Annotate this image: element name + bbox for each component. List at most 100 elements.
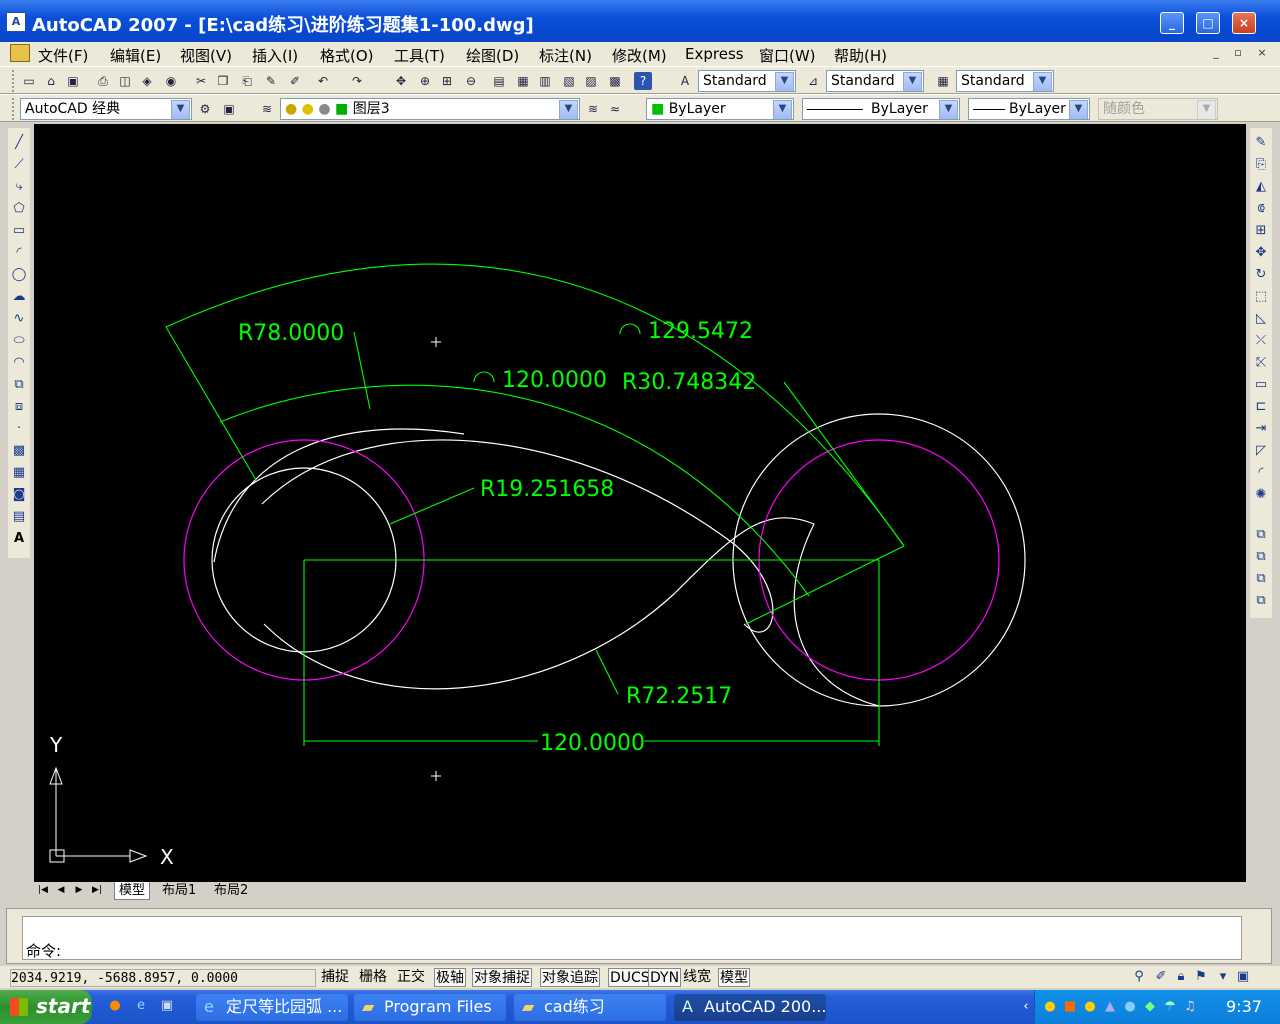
make-block-icon[interactable]: ⧈ (10, 398, 28, 416)
chevron-down-icon[interactable]: ▼ (773, 100, 792, 119)
scale-icon[interactable]: ⬚ (1252, 288, 1270, 306)
paste-icon[interactable]: ⎗ (238, 72, 256, 90)
extend-icon[interactable]: ⤪ (1252, 354, 1270, 372)
construction-line-icon[interactable]: ⟋ (10, 156, 28, 174)
circle-icon[interactable]: ◯ (10, 266, 28, 284)
tab-model[interactable]: 模型 (114, 882, 151, 900)
offset-icon[interactable]: ⟃ (1252, 200, 1270, 218)
menu-express[interactable]: Express (685, 45, 744, 63)
status-tray-icon[interactable]: ⚑ (1192, 968, 1210, 986)
new-icon[interactable]: ▭ (20, 72, 38, 90)
calculator-icon[interactable]: ▩ (606, 72, 624, 90)
bring-above-icon[interactable]: ⧉ (1252, 570, 1270, 588)
menu-modify[interactable]: 修改(M) (612, 45, 667, 66)
preview-icon[interactable]: ◫ (116, 72, 134, 90)
lock-icon[interactable]: 🔒︎ (1172, 968, 1190, 986)
volume-icon[interactable]: ♫ (1181, 998, 1199, 1016)
lineweight-select[interactable]: ByLayer ▼ (968, 98, 1090, 120)
ducs-toggle[interactable]: DUCS (608, 968, 652, 987)
break-icon[interactable]: ⊏ (1252, 398, 1270, 416)
explode-icon[interactable]: ✺ (1252, 486, 1270, 504)
menu-draw[interactable]: 绘图(D) (466, 45, 519, 66)
revision-cloud-icon[interactable]: ☁ (10, 288, 28, 306)
move-icon[interactable]: ✥ (1252, 244, 1270, 262)
tool-palettes-icon[interactable]: ▥ (536, 72, 554, 90)
open-icon[interactable]: ⌂ (42, 72, 60, 90)
cut-icon[interactable]: ✂ (192, 72, 210, 90)
snap-toggle[interactable]: 捕捉 (320, 968, 350, 987)
fillet-icon[interactable]: ◜ (1252, 464, 1270, 482)
tray-app-icon[interactable]: ● (1121, 998, 1139, 1016)
match-prop-icon[interactable]: ✎ (262, 72, 280, 90)
qq-icon[interactable]: ● (1041, 998, 1059, 1016)
chamfer-icon[interactable]: ◸ (1252, 442, 1270, 460)
dyn-toggle[interactable]: DYN (648, 968, 682, 987)
tray-app-icon[interactable]: ■ (1061, 998, 1079, 1016)
tab-layout1[interactable]: 布局1 (158, 882, 200, 900)
ortho-toggle[interactable]: 正交 (396, 968, 426, 987)
layer-previous-icon[interactable]: ≈ (606, 100, 624, 118)
gradient-icon[interactable]: ▦ (10, 464, 28, 482)
menu-help[interactable]: 帮助(H) (834, 45, 887, 66)
layer-select[interactable]: ● ● ● ■ 图层3 ▼ (280, 98, 580, 120)
menu-window[interactable]: 窗口(W) (759, 45, 816, 66)
zoom-window-icon[interactable]: ⊞ (438, 72, 456, 90)
point-icon[interactable]: · (10, 420, 28, 438)
polyline-icon[interactable]: ⤷ (10, 178, 28, 196)
multiline-text-icon[interactable]: A (10, 530, 28, 548)
break-at-point-icon[interactable]: ▭ (1252, 376, 1270, 394)
chevron-left-icon[interactable]: ‹ (1017, 998, 1035, 1016)
design-center-icon[interactable]: ▦ (514, 72, 532, 90)
command-history[interactable] (22, 916, 1242, 960)
sun-icon[interactable]: ● (302, 101, 314, 117)
menu-edit[interactable]: 编辑(E) (110, 45, 161, 66)
redo-icon[interactable]: ↷ (348, 72, 366, 90)
send-under-icon[interactable]: ⧉ (1252, 592, 1270, 610)
menu-dimension[interactable]: 标注(N) (539, 45, 592, 66)
model-toggle[interactable]: 模型 (718, 968, 750, 987)
firefox-icon[interactable]: ● (106, 997, 124, 1015)
lock-icon[interactable]: ● (318, 101, 330, 117)
sheet-set-icon[interactable]: ▧ (560, 72, 578, 90)
toolbar-grip[interactable] (12, 98, 16, 120)
title-bar[interactable]: A AutoCAD 2007 - [E:\cad练习\进阶练习题集1-100.d… (0, 0, 1280, 44)
region-icon[interactable]: ◙ (10, 486, 28, 504)
tray-app-icon[interactable]: ☂ (1161, 998, 1179, 1016)
start-button[interactable]: start (0, 990, 92, 1024)
menu-view[interactable]: 视图(V) (180, 45, 232, 66)
chevron-down-icon[interactable]: ▼ (1069, 100, 1088, 119)
plot-icon[interactable]: ⎙ (94, 72, 112, 90)
spline-icon[interactable]: ∿ (10, 310, 28, 328)
communication-center-icon[interactable]: ⚲ (1130, 968, 1148, 986)
toolbar-lock-icon[interactable]: ✐ (1152, 968, 1170, 986)
doc-minimize-button[interactable]: _ (1208, 46, 1224, 60)
text-style-icon[interactable]: A (676, 72, 694, 90)
status-menu-icon[interactable]: ▾ (1214, 968, 1232, 986)
properties-icon[interactable]: ▤ (490, 72, 508, 90)
close-button[interactable]: × (1232, 12, 1256, 34)
table-style-select[interactable]: Standard ▼ (956, 70, 1054, 92)
chevron-down-icon[interactable]: ▼ (1033, 72, 1052, 91)
task-cad-folder[interactable]: ▰ cad练习 (514, 994, 666, 1021)
minimize-button[interactable]: _ (1160, 12, 1184, 34)
next-tab-icon[interactable]: ▶ (72, 883, 86, 898)
erase-icon[interactable]: ✎ (1252, 134, 1270, 152)
chevron-down-icon[interactable]: ▼ (559, 100, 578, 119)
dim-style-select[interactable]: Standard ▼ (826, 70, 924, 92)
chevron-down-icon[interactable]: ▼ (775, 72, 794, 91)
linetype-select[interactable]: ByLayer ▼ (802, 98, 960, 120)
chevron-down-icon[interactable]: ▼ (171, 100, 190, 119)
coordinate-readout[interactable]: 2034.9219, -5688.8957, 0.0000 (10, 969, 316, 987)
clock[interactable]: 9:37 (1226, 997, 1262, 1016)
draw-order-front-icon[interactable]: ⧉ (1252, 526, 1270, 544)
ie-icon[interactable]: e (132, 997, 150, 1015)
doc-close-button[interactable]: × (1254, 46, 1270, 60)
rotate-icon[interactable]: ↻ (1252, 266, 1270, 284)
mirror-icon[interactable]: ◭ (1252, 178, 1270, 196)
maximize-button[interactable]: □ (1196, 12, 1220, 34)
desktop-icon[interactable]: ▣ (158, 997, 176, 1015)
polygon-icon[interactable]: ⬠ (10, 200, 28, 218)
polar-toggle[interactable]: 极轴 (434, 968, 466, 987)
menu-format[interactable]: 格式(O) (320, 45, 374, 66)
command-prompt[interactable]: 命令: (26, 940, 61, 961)
